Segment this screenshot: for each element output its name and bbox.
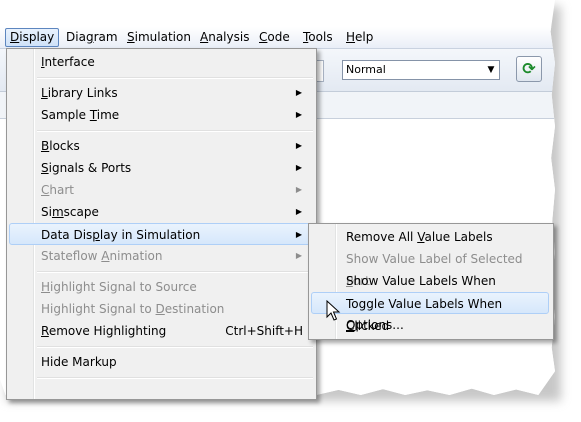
menu-item-data-display-in-simulation[interactable]: Data Display in Simulation ▶ [9, 223, 312, 245]
menu-analysis-post: nalysis [208, 30, 250, 44]
si-post: ptions... [355, 318, 404, 332]
mi-key: L [41, 86, 48, 100]
mi-post: nterface [44, 55, 95, 69]
menu-simulation-post: imulation [134, 30, 191, 44]
si-pre: Toggle Value Labels When [346, 297, 503, 311]
menu-code-post: ode [267, 30, 290, 44]
display-menu: Interface Library Links ▶ Sample Time ▶ … [6, 48, 317, 400]
menu-diagram[interactable]: Diagram [62, 29, 122, 46]
submenu-arrow-icon: ▶ [295, 251, 302, 260]
submenu-arrow-icon: ▶ [295, 110, 302, 119]
mi-key: R [41, 324, 49, 338]
submenu-item-remove-all-value-labels[interactable]: Remove All Value Labels [311, 226, 549, 248]
si-post: alue Labels [424, 230, 493, 244]
submenu-item-show-value-label-selected-port: Show Value Label of Selected Port [311, 248, 549, 288]
menu-item-stateflow-animation: Stateflow Animation ▶ [9, 245, 312, 267]
mi-key: B [41, 139, 50, 153]
menu-item-signals-ports[interactable]: Signals & Ports ▶ [9, 157, 312, 179]
mi-post: lay in Simulation [99, 228, 201, 242]
submenu-item-options[interactable]: Options... [311, 314, 549, 336]
menu-separator [37, 346, 313, 348]
menu-help-post: elp [355, 30, 374, 44]
simulation-mode-value: Normal [346, 63, 386, 76]
menu-item-hide-markup[interactable]: Hide Markup [9, 351, 312, 373]
submenu-arrow-icon: ▶ [295, 185, 302, 194]
refresh-icon: ⟳ [522, 59, 536, 78]
mi-post: nimation [109, 249, 163, 263]
menu-separator [37, 377, 313, 379]
menu-separator [37, 77, 313, 79]
menu-separator [37, 130, 313, 132]
menu-tools-post: ools [308, 30, 333, 44]
data-display-submenu: Remove All Value Labels Show Value Label… [308, 223, 554, 340]
mi-post: ignals & Ports [48, 161, 132, 175]
menu-display-post: isplay [19, 30, 55, 44]
si-pre: Show Value Label of Selected [346, 252, 523, 266]
mi-pre: Si [41, 205, 52, 219]
menu-item-chart: Chart ▶ [9, 179, 312, 201]
mi-post: ime [96, 108, 120, 122]
menu-item-library-links[interactable]: Library Links ▶ [9, 82, 312, 104]
chevron-down-icon: ▼ [487, 65, 495, 75]
menu-item-highlight-to-source: Highlight Signal to Source [9, 276, 312, 298]
mi-post: emove Highlighting [48, 324, 167, 338]
menu-diagram-post: ram [93, 30, 118, 44]
shortcut-text: Ctrl+Shift+H [225, 324, 303, 338]
mi-key: H [41, 280, 51, 294]
menu-display-key: D [10, 30, 20, 44]
menu-help-key: H [346, 30, 356, 44]
mi-post: estination [164, 302, 225, 316]
submenu-arrow-icon: ▶ [295, 88, 302, 97]
submenu-arrow-icon: ▶ [295, 230, 302, 239]
menu-display[interactable]: Display [5, 28, 60, 47]
submenu-item-toggle-value-labels-clicked[interactable]: Toggle Value Labels When Clicked [311, 292, 549, 333]
mouse-pointer-icon [326, 300, 341, 321]
refresh-button[interactable]: ⟳ [516, 56, 542, 82]
mi-key: p [92, 228, 100, 242]
mi-key: S [41, 161, 49, 175]
menu-item-interface[interactable]: Interface [9, 51, 312, 73]
menu-diagram-pre: Dia [66, 30, 86, 44]
mi-key: T [89, 108, 97, 122]
menu-diagram-key: g [85, 30, 94, 44]
mi-post: locks [49, 139, 80, 153]
mi-key: m [51, 205, 64, 219]
menu-separator [37, 271, 313, 273]
mi-post: scape [63, 205, 99, 219]
menu-simulation-key: S [127, 30, 135, 44]
menu-help[interactable]: Help [342, 29, 377, 46]
mi-post: ighlight Signal to Source [50, 280, 197, 294]
mi-key: A [101, 249, 110, 263]
menu-tools[interactable]: Tools [299, 29, 337, 46]
menu-bar: Display Diagram Simulation Analysis Code… [0, 27, 555, 49]
submenu-item-show-value-labels-hovering[interactable]: Show Value Labels When Hovering [311, 270, 549, 310]
menu-item-simscape[interactable]: Simscape ▶ [9, 201, 312, 223]
submenu-arrow-icon: ▶ [295, 141, 302, 150]
menu-item-remove-highlighting[interactable]: Remove Highlighting Ctrl+Shift+H [9, 320, 312, 342]
menu-item-sample-time[interactable]: Sample Time ▶ [9, 104, 312, 126]
menu-analysis[interactable]: Analysis [196, 29, 253, 46]
mi-post: hart [49, 183, 74, 197]
submenu-arrow-icon: ▶ [295, 163, 302, 172]
mi-pre: Highlight Signal to [41, 302, 156, 316]
mi-pre: Stateflow [41, 249, 102, 263]
menu-simulation[interactable]: Simulation [123, 29, 195, 46]
si-pre: Show Value Labels When [346, 274, 496, 288]
mi-pre: Hide Markup [41, 355, 117, 369]
simulation-mode-dropdown[interactable]: Normal ▼ [342, 60, 500, 80]
menu-item-blocks[interactable]: Blocks ▶ [9, 135, 312, 157]
mi-pre: Data Dis [41, 228, 93, 242]
submenu-arrow-icon: ▶ [295, 207, 302, 216]
menu-item-highlight-to-destination: Highlight Signal to Destination [9, 298, 312, 320]
mi-key: D [155, 302, 165, 316]
mi-post: ibrary Links [47, 86, 118, 100]
si-pre: Remove All [346, 230, 418, 244]
menu-code[interactable]: Code [255, 29, 294, 46]
mi-pre: Sample [41, 108, 90, 122]
menu-analysis-key: A [200, 30, 209, 44]
